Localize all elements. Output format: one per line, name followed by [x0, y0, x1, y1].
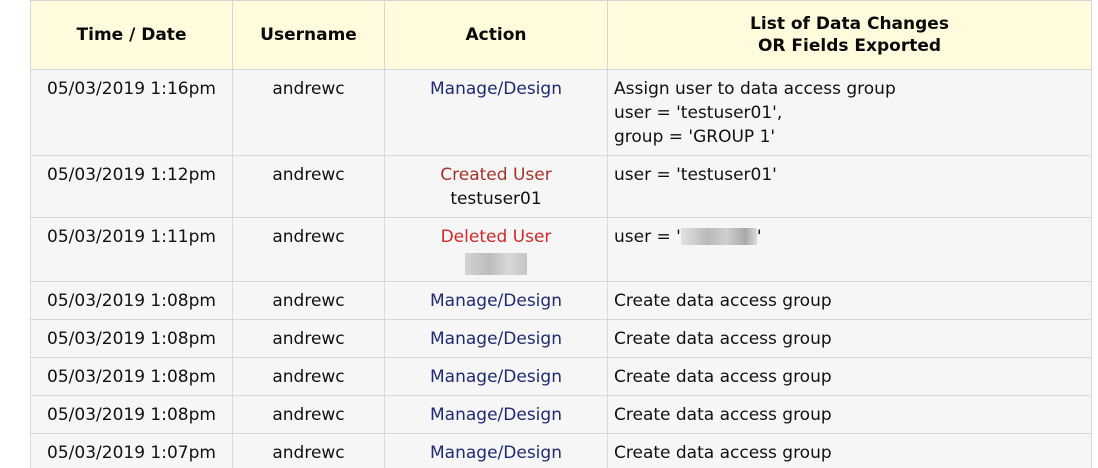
- table-row: 05/03/2019 1:08pm andrewc Manage/Design …: [30, 357, 1092, 396]
- cell-username: andrewc: [232, 217, 385, 282]
- header-row: Time / Date Username Action List of Data…: [30, 0, 1092, 70]
- cell-action: Deleted User: [384, 217, 608, 282]
- change-suffix: ': [756, 227, 762, 247]
- header-username: Username: [232, 0, 385, 70]
- cell-time: 05/03/2019 1:11pm: [30, 217, 233, 282]
- action-target: testuser01: [450, 189, 542, 209]
- logging-page: Time / Date Username Action List of Data…: [0, 0, 1098, 468]
- cell-changes: user = 'testuser01': [607, 155, 1092, 218]
- cell-changes: Create data access group: [607, 319, 1092, 358]
- table-row: 05/03/2019 1:08pm andrewc Manage/Design …: [30, 319, 1092, 358]
- cell-action: Manage/Design: [384, 357, 608, 396]
- cell-username: andrewc: [232, 433, 385, 468]
- cell-username: andrewc: [232, 155, 385, 218]
- cell-action: Manage/Design: [384, 433, 608, 468]
- cell-changes: Create data access group: [607, 433, 1092, 468]
- cell-action: Manage/Design: [384, 281, 608, 320]
- cell-username: andrewc: [232, 395, 385, 434]
- cell-time: 05/03/2019 1:08pm: [30, 319, 233, 358]
- header-changes-line2: OR Fields Exported: [757, 36, 942, 56]
- header-changes: List of Data Changes OR Fields Exported: [607, 0, 1092, 70]
- cell-action: Created User testuser01: [384, 155, 608, 218]
- change-prefix: user = ': [614, 227, 681, 247]
- cell-action: Manage/Design: [384, 69, 608, 156]
- cell-time: 05/03/2019 1:08pm: [30, 281, 233, 320]
- header-action: Action: [384, 0, 608, 70]
- redacted-value-block: [680, 228, 757, 245]
- table-row: 05/03/2019 1:08pm andrewc Manage/Design …: [30, 395, 1092, 434]
- cell-username: andrewc: [232, 281, 385, 320]
- cell-username: andrewc: [232, 357, 385, 396]
- cell-action: Manage/Design: [384, 395, 608, 434]
- change-line: Assign user to data access group: [614, 79, 896, 99]
- cell-changes: user = ' ': [607, 217, 1092, 282]
- header-time: Time / Date: [30, 0, 233, 70]
- cell-changes: Create data access group: [607, 281, 1092, 320]
- cell-changes: Create data access group: [607, 357, 1092, 396]
- table-row: 05/03/2019 1:11pm andrewc Deleted User u…: [30, 217, 1092, 282]
- cell-changes: Create data access group: [607, 395, 1092, 434]
- redacted-username-block: [465, 253, 527, 275]
- change-line: user = 'testuser01',: [614, 103, 783, 123]
- table-row: 05/03/2019 1:07pm andrewc Manage/Design …: [30, 433, 1092, 468]
- cell-time: 05/03/2019 1:12pm: [30, 155, 233, 218]
- cell-changes: Assign user to data access group user = …: [607, 69, 1092, 156]
- cell-time: 05/03/2019 1:08pm: [30, 357, 233, 396]
- header-changes-line1: List of Data Changes: [750, 14, 949, 34]
- cell-action: Manage/Design: [384, 319, 608, 358]
- action-label: Created User: [440, 165, 552, 185]
- cell-username: andrewc: [232, 69, 385, 156]
- table-header: Time / Date Username Action List of Data…: [30, 0, 1092, 70]
- cell-time: 05/03/2019 1:07pm: [30, 433, 233, 468]
- change-line: user = 'testuser01': [614, 165, 777, 185]
- action-label: Deleted User: [440, 227, 552, 247]
- table-body: 05/03/2019 1:16pm andrewc Manage/Design …: [30, 69, 1092, 468]
- cell-time: 05/03/2019 1:16pm: [30, 69, 233, 156]
- table-row: 05/03/2019 1:12pm andrewc Created User t…: [30, 155, 1092, 218]
- change-line: group = 'GROUP 1': [614, 127, 776, 147]
- cell-username: andrewc: [232, 319, 385, 358]
- table-row: 05/03/2019 1:16pm andrewc Manage/Design …: [30, 69, 1092, 156]
- logging-table: Time / Date Username Action List of Data…: [30, 0, 1092, 468]
- table-row: 05/03/2019 1:08pm andrewc Manage/Design …: [30, 281, 1092, 320]
- cell-time: 05/03/2019 1:08pm: [30, 395, 233, 434]
